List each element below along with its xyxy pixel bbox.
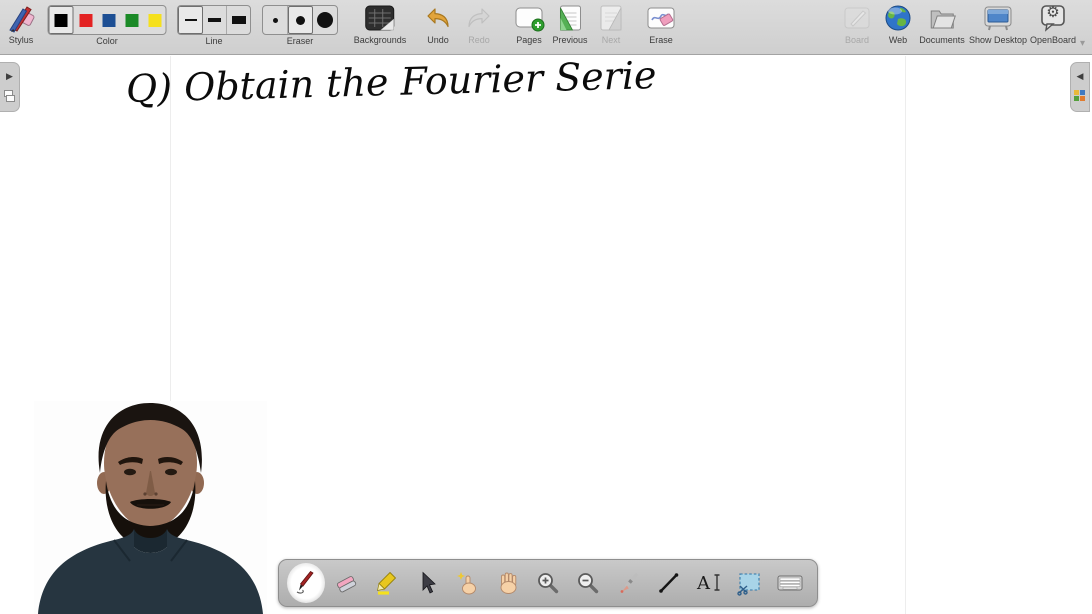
eraser-large-button[interactable] bbox=[313, 6, 337, 34]
color-swatch-green[interactable] bbox=[121, 6, 144, 34]
eraser-small-button[interactable] bbox=[263, 6, 288, 34]
openboard-gear-bubble-icon: ⚙ bbox=[1030, 2, 1076, 34]
redo-label: Redo bbox=[468, 35, 490, 45]
expand-left-triangle-icon: ◀ bbox=[1076, 71, 1084, 81]
next-page-icon bbox=[597, 2, 625, 34]
previous-page-button[interactable]: Previous bbox=[552, 2, 588, 45]
board-mode-button: Board bbox=[842, 2, 872, 45]
pages-icon bbox=[513, 2, 545, 34]
board-mode-icon bbox=[842, 2, 872, 34]
pages-panel-icon bbox=[4, 90, 15, 102]
undo-label: Undo bbox=[427, 35, 449, 45]
eraser-tool-button[interactable] bbox=[328, 563, 366, 603]
eraser-medium-button[interactable] bbox=[288, 6, 313, 34]
zoom-in-tool-button[interactable] bbox=[529, 563, 567, 603]
line-group: Line bbox=[177, 2, 251, 46]
stylus-button[interactable]: Stylus bbox=[5, 2, 37, 45]
previous-page-icon bbox=[552, 2, 587, 34]
zoom-out-icon bbox=[578, 573, 599, 594]
web-globe-icon bbox=[884, 2, 912, 34]
selector-arrow-icon bbox=[422, 571, 436, 594]
color-swatch-yellow[interactable] bbox=[144, 6, 166, 34]
undo-button[interactable]: Undo bbox=[424, 2, 452, 45]
stylus-icon bbox=[5, 2, 37, 34]
eraser-group: Eraser bbox=[262, 2, 338, 46]
eraser-label: Eraser bbox=[286, 36, 314, 46]
eraser-icon bbox=[336, 576, 356, 593]
zoom-out-tool-button[interactable] bbox=[569, 563, 607, 603]
highlighter-icon bbox=[376, 571, 396, 595]
presenter-portrait bbox=[34, 401, 267, 614]
virtual-keyboard-icon bbox=[777, 575, 803, 591]
highlighter-tool-button[interactable] bbox=[368, 563, 406, 603]
toolbar-overflow-chevron-icon[interactable]: ▾ bbox=[1080, 38, 1085, 49]
documents-folder-icon bbox=[919, 2, 965, 34]
redo-icon bbox=[465, 2, 493, 34]
line-tool-button[interactable] bbox=[650, 563, 688, 603]
line-thick-button[interactable] bbox=[227, 6, 250, 34]
backgrounds-button[interactable]: Backgrounds bbox=[353, 2, 407, 45]
pages-label: Pages bbox=[516, 35, 542, 45]
color-swatch-blue[interactable] bbox=[98, 6, 121, 34]
laser-pointer-icon bbox=[620, 573, 638, 593]
page-right-edge bbox=[905, 56, 906, 614]
text-tool-icon: A bbox=[696, 573, 720, 594]
capture-icon bbox=[737, 573, 761, 596]
hand-palm-icon bbox=[500, 572, 517, 594]
erase-page-label: Erase bbox=[649, 35, 673, 45]
show-desktop-button[interactable]: Show Desktop bbox=[969, 2, 1027, 45]
svg-text:A: A bbox=[696, 573, 711, 594]
pages-button[interactable]: Pages bbox=[513, 2, 545, 45]
color-swatch-black[interactable] bbox=[48, 6, 74, 34]
backgrounds-label: Backgrounds bbox=[353, 35, 407, 45]
openboard-menu-label: OpenBoard bbox=[1029, 35, 1077, 45]
next-page-label: Next bbox=[601, 35, 621, 45]
expand-right-triangle-icon: ▶ bbox=[6, 71, 13, 81]
selector-tool-button[interactable] bbox=[408, 563, 446, 603]
board-mode-label: Board bbox=[844, 35, 870, 45]
handwriting-stroke: Q) Obtain the Fourier Serie bbox=[125, 53, 657, 111]
color-group: Color bbox=[47, 2, 167, 46]
pen-tool-button[interactable] bbox=[287, 563, 326, 603]
color-swatch-red[interactable] bbox=[74, 6, 98, 34]
color-label: Color bbox=[96, 36, 118, 46]
whiteboard-canvas[interactable]: Q) Obtain the Fourier Serie A bbox=[0, 53, 1092, 614]
webcam-presenter-overlay bbox=[34, 401, 267, 614]
keyboard-tool-button[interactable] bbox=[771, 563, 809, 603]
show-desktop-icon bbox=[969, 2, 1027, 34]
backgrounds-icon bbox=[354, 2, 407, 34]
documents-mode-label: Documents bbox=[919, 35, 965, 45]
openboard-app: Stylus Color Line Eraser Backgrounds Und… bbox=[0, 0, 1092, 614]
top-toolbar: Stylus Color Line Eraser Backgrounds Und… bbox=[0, 0, 1092, 55]
zoom-in-icon bbox=[538, 573, 559, 594]
line-medium-button[interactable] bbox=[203, 6, 227, 34]
capture-tool-button[interactable] bbox=[730, 563, 768, 603]
pen-icon bbox=[296, 570, 314, 594]
text-tool-button[interactable]: A bbox=[690, 563, 728, 603]
stylus-palette: A bbox=[278, 559, 818, 607]
right-panel-toggle[interactable]: ◀ bbox=[1070, 62, 1090, 112]
library-panel-icon bbox=[1074, 90, 1086, 102]
gear-glyph: ⚙ bbox=[1046, 4, 1060, 21]
previous-page-label: Previous bbox=[552, 35, 588, 45]
pointing-hand-star-icon bbox=[457, 572, 477, 595]
interact-tool-button[interactable] bbox=[448, 563, 486, 603]
openboard-menu-button[interactable]: ⚙ OpenBoard bbox=[1030, 2, 1076, 45]
line-thin-button[interactable] bbox=[178, 6, 203, 34]
stylus-label: Stylus bbox=[8, 35, 34, 45]
line-icon bbox=[659, 573, 679, 593]
erase-page-icon bbox=[645, 2, 677, 34]
redo-button: Redo bbox=[465, 2, 493, 45]
undo-icon bbox=[424, 2, 452, 34]
web-mode-label: Web bbox=[888, 35, 908, 45]
line-label: Line bbox=[205, 36, 223, 46]
left-panel-toggle[interactable]: ▶ bbox=[0, 62, 20, 112]
pan-tool-button[interactable] bbox=[489, 563, 527, 603]
show-desktop-label: Show Desktop bbox=[968, 35, 1028, 45]
laser-pointer-tool-button[interactable] bbox=[610, 563, 648, 603]
next-page-button: Next bbox=[597, 2, 625, 45]
documents-mode-button[interactable]: Documents bbox=[919, 2, 965, 45]
erase-page-button[interactable]: Erase bbox=[645, 2, 677, 45]
web-mode-button[interactable]: Web bbox=[884, 2, 912, 45]
